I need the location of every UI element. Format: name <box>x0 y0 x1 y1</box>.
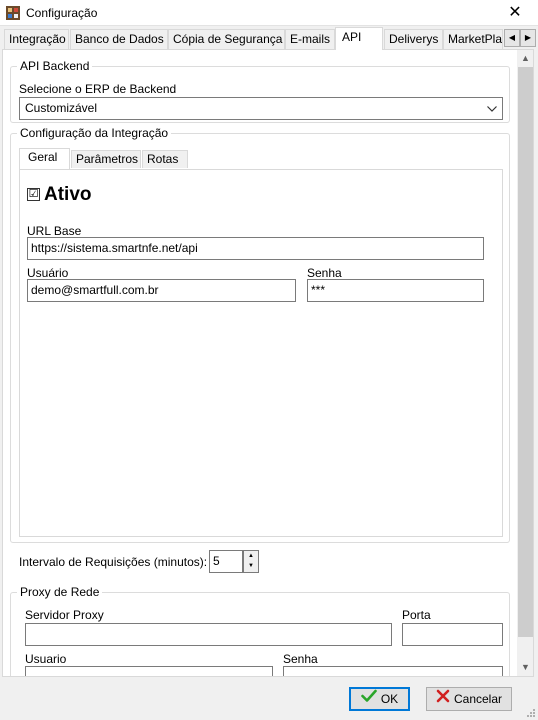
tab-geral[interactable]: Geral <box>19 148 70 169</box>
proxy-group: Proxy de Rede Servidor Proxy Porta Usuar… <box>10 585 510 676</box>
vertical-scrollbar[interactable]: ▲ ▼ <box>517 50 533 676</box>
tab-marketplace[interactable]: MarketPla <box>443 29 503 49</box>
integracao-group: Configuração da Integração Geral Parâmet… <box>10 126 510 543</box>
tab-api[interactable]: API <box>335 27 383 50</box>
tab-rotas[interactable]: Rotas <box>142 150 188 168</box>
ativo-checkbox[interactable]: ☑ <box>27 188 40 201</box>
scroll-up-icon[interactable]: ▲ <box>517 50 533 67</box>
tab-parametros[interactable]: Parâmetros <box>71 150 141 168</box>
api-tab-content: API Backend Selecione o ERP de Backend C… <box>2 49 534 677</box>
cancel-button[interactable]: Cancelar <box>426 687 512 711</box>
intervalo-spinner[interactable]: ▲ ▼ <box>243 550 259 573</box>
porta-input[interactable] <box>402 623 503 646</box>
porta-label: Porta <box>402 608 431 622</box>
api-backend-group-label: API Backend <box>17 59 93 73</box>
ok-button-label: OK <box>380 692 399 706</box>
tab-banco-de-dados[interactable]: Banco de Dados <box>70 29 168 49</box>
check-icon <box>361 689 377 709</box>
app-icon <box>5 5 21 21</box>
proxy-usuario-input[interactable] <box>25 666 273 676</box>
servidor-proxy-label: Servidor Proxy <box>25 608 104 622</box>
ativo-label: Ativo <box>44 184 92 205</box>
proxy-usuario-label: Usuario <box>25 652 67 666</box>
chevron-down-icon[interactable] <box>485 100 499 117</box>
api-backend-group: API Backend Selecione o ERP de Backend C… <box>10 59 510 123</box>
tab-scroll-buttons: ◀ ▶ <box>504 29 536 47</box>
servidor-proxy-input[interactable] <box>25 623 392 646</box>
window-title: Configuração <box>26 6 98 20</box>
senha-input[interactable]: *** <box>307 279 484 302</box>
cancel-button-label: Cancelar <box>453 692 503 706</box>
geral-panel: ☑ Ativo URL Base https://sistema.smartnf… <box>19 169 503 537</box>
url-base-label: URL Base <box>27 224 82 238</box>
url-base-input[interactable]: https://sistema.smartnfe.net/api <box>27 237 484 260</box>
tab-integracao[interactable]: Integração <box>4 29 69 49</box>
ok-button[interactable]: OK <box>349 687 410 711</box>
erp-select-value: Customizável <box>25 101 98 115</box>
erp-label: Selecione o ERP de Backend <box>19 82 177 96</box>
close-button[interactable]: ✕ <box>492 0 538 26</box>
integracao-tabs: Geral Parâmetros Rotas <box>19 148 503 170</box>
intervalo-label: Intervalo de Requisições (minutos): <box>19 555 208 569</box>
tab-scroll-right-icon[interactable]: ▶ <box>520 29 536 47</box>
resize-grip-icon[interactable] <box>526 708 536 718</box>
scroll-down-icon[interactable]: ▼ <box>517 659 533 676</box>
tab-copia-de-seguranca[interactable]: Cópia de Segurança <box>168 29 285 49</box>
proxy-group-label: Proxy de Rede <box>17 585 103 599</box>
title-bar: Configuração ✕ <box>0 0 538 26</box>
senha-label: Senha <box>307 266 342 280</box>
erp-select[interactable]: Customizável <box>19 97 503 120</box>
spin-up-icon[interactable]: ▲ <box>244 551 258 561</box>
usuario-input[interactable]: demo@smartfull.com.br <box>27 279 296 302</box>
dialog-footer: OK Cancelar <box>0 678 538 720</box>
usuario-label: Usuário <box>27 266 69 280</box>
integracao-group-label: Configuração da Integração <box>17 126 172 140</box>
main-tabs: Integração Banco de Dados Cópia de Segur… <box>0 27 538 50</box>
cancel-x-icon <box>436 688 450 710</box>
spin-down-icon[interactable]: ▼ <box>244 561 258 571</box>
tab-scroll-left-icon[interactable]: ◀ <box>504 29 520 47</box>
tab-emails[interactable]: E-mails <box>285 29 335 49</box>
intervalo-input[interactable]: 5 <box>209 550 243 573</box>
proxy-senha-label: Senha <box>283 652 318 666</box>
scrollbar-thumb[interactable] <box>518 67 533 637</box>
proxy-senha-input[interactable] <box>283 666 503 676</box>
tab-deliverys[interactable]: Deliverys <box>384 29 443 49</box>
